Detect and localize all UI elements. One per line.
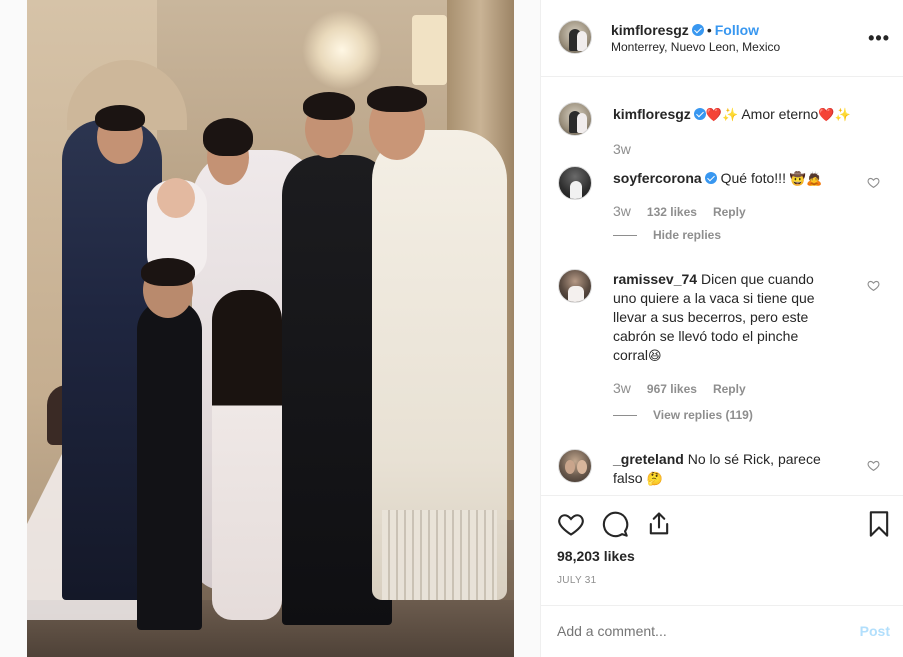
comment-likes[interactable]: 132 likes: [647, 205, 697, 219]
comment-emoji: 🤠🙇: [789, 172, 823, 187]
post-location[interactable]: Monterrey, Nuevo Leon, Mexico: [611, 40, 780, 54]
comment-text: Qué foto!!!: [720, 170, 786, 186]
reply-button[interactable]: Reply: [713, 205, 746, 219]
caption-text: Amor eterno: [741, 106, 819, 122]
comment-text-line: llevar a sus becerros, pero este: [613, 309, 809, 325]
post-sidebar: kimfloresgz • Follow Monterrey, Nuevo Leon…: [540, 0, 903, 657]
hide-replies-button[interactable]: Hide replies: [613, 228, 721, 242]
divider: [613, 235, 637, 237]
like-heart-icon[interactable]: [557, 510, 585, 538]
comment-text-block: soyfercorona Qué foto!!! 🤠🙇: [613, 169, 822, 189]
photo-bride-hair: [203, 118, 253, 156]
comment-text-line: No lo sé Rick, parece: [687, 451, 821, 467]
commenter-avatar[interactable]: [558, 449, 592, 483]
more-options-icon[interactable]: •••: [868, 28, 890, 49]
view-replies-button[interactable]: View replies (119): [613, 408, 753, 422]
photo-chandelier: [302, 10, 382, 90]
share-icon[interactable]: [645, 510, 673, 538]
comment-bubble-icon[interactable]: [601, 510, 629, 538]
caption-username[interactable]: kimfloresgz: [613, 106, 691, 122]
comments-list[interactable]: kimfloresgz ❤️✨ Amor eterno❤️✨ 3w soyferc…: [541, 78, 903, 494]
caption-time[interactable]: 3w: [613, 141, 631, 157]
comment-text-line: cabrón se llevó todo el pinche: [613, 328, 799, 344]
replies-toggle-label: View replies (119): [653, 408, 753, 422]
action-bar: 98,203 likes JULY 31: [541, 495, 903, 605]
caption-emoji-after: ❤️✨: [818, 108, 851, 123]
post-comment-button[interactable]: Post: [860, 623, 890, 639]
comment-text-block: ramissev_74 Dicen que cuando uno quiere …: [613, 270, 863, 366]
comment-username[interactable]: soyfercorona: [613, 170, 702, 186]
photo-boy-hair: [141, 258, 195, 286]
comment-text-block: _greteland No lo sé Rick, parece falso 🤔: [613, 450, 863, 489]
follow-button[interactable]: Follow: [715, 22, 759, 38]
reply-button[interactable]: Reply: [713, 382, 746, 396]
likes-count[interactable]: 98,203 likes: [557, 548, 635, 564]
photo-window: [412, 15, 447, 85]
post-header: kimfloresgz • Follow Monterrey, Nuevo Leon…: [541, 0, 903, 77]
comment-time[interactable]: 3w: [613, 380, 631, 396]
verified-icon: [691, 24, 704, 36]
caption-text-block: kimfloresgz ❤️✨ Amor eterno❤️✨: [613, 105, 851, 125]
photo-groom-hair: [303, 92, 355, 120]
comment-time[interactable]: 3w: [613, 203, 631, 219]
verified-icon: [693, 108, 706, 120]
commenter-avatar[interactable]: [558, 166, 592, 200]
comment-likes[interactable]: 967 likes: [647, 382, 697, 396]
comment-text-line: corral: [613, 347, 649, 363]
like-comment-heart-icon[interactable]: [867, 176, 880, 189]
comment-text-line: Dicen que cuando: [700, 271, 814, 287]
post-date[interactable]: JULY 31: [557, 575, 597, 586]
caption-emoji-before: ❤️✨: [705, 108, 739, 123]
photo-baby-head: [157, 178, 195, 218]
author-avatar[interactable]: [558, 20, 592, 54]
comment-text-line: falso: [613, 470, 643, 486]
photo-boy: [137, 300, 202, 630]
comment-text-line: uno quiere a la vaca si tiene que: [613, 290, 815, 306]
comment-emoji: 🤔: [646, 472, 663, 487]
author-line: kimfloresgz • Follow: [611, 22, 759, 40]
like-comment-heart-icon[interactable]: [867, 279, 880, 292]
comment-username[interactable]: _greteland: [613, 451, 684, 467]
photo-girl: [212, 290, 282, 620]
photo-priest-hair: [367, 86, 427, 112]
save-bookmark-icon[interactable]: [865, 510, 893, 538]
commenter-avatar[interactable]: [558, 269, 592, 303]
separator-dot: •: [706, 22, 712, 38]
photo-man-left-hair: [95, 105, 145, 131]
comment-username[interactable]: ramissev_74: [613, 271, 697, 287]
verified-icon: [704, 172, 717, 184]
comment-emoji: 😆: [648, 349, 662, 364]
add-comment-bar: Post: [541, 605, 903, 657]
photo-priest-lace: [382, 510, 497, 600]
author-username[interactable]: kimfloresgz: [611, 22, 689, 38]
replies-toggle-label: Hide replies: [653, 228, 722, 242]
divider: [613, 415, 637, 417]
comment-input[interactable]: [557, 623, 817, 639]
comment-meta: 3w 967 likes Reply: [613, 380, 762, 396]
caption-avatar[interactable]: [558, 102, 592, 136]
comment-meta: 3w 132 likes Reply: [613, 203, 762, 219]
post-photo[interactable]: [27, 0, 514, 657]
like-comment-heart-icon[interactable]: [867, 459, 880, 472]
